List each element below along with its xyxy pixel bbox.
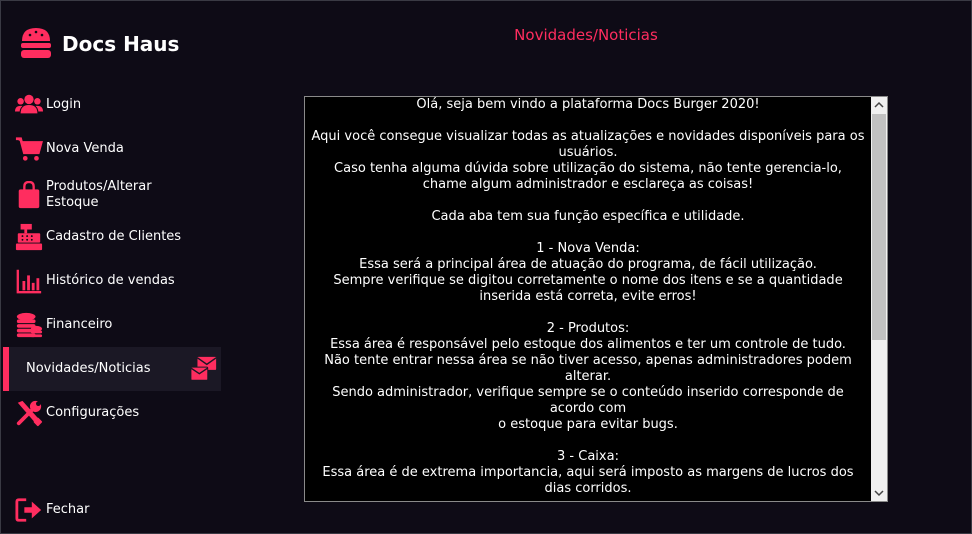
sidebar-item-novidades[interactable]: Novidades/Noticias (3, 347, 221, 391)
sidebar-item-label: Histórico de vendas (46, 273, 175, 288)
sidebar: Docs Haus Login Nova Venda Produtos/Alte… (0, 0, 225, 534)
app-name: Docs Haus (62, 32, 180, 56)
tools-icon (14, 398, 44, 428)
vertical-scrollbar[interactable] (871, 97, 887, 501)
chevron-up-icon (874, 101, 884, 108)
active-indicator (3, 347, 9, 391)
sidebar-item-label: Financeiro (46, 317, 113, 332)
page-title: Novidades/Noticias (514, 26, 658, 44)
sidebar-item-historico-vendas[interactable]: Histórico de vendas (0, 261, 221, 301)
sidebar-item-label: Nova Venda (46, 141, 124, 156)
news-textbox[interactable]: Olá, seja bem vindo a plataforma Docs Bu… (304, 96, 888, 502)
sign-out-icon (14, 495, 44, 525)
sidebar-item-label: Login (46, 97, 82, 112)
users-icon (14, 90, 44, 120)
news-content: Olá, seja bem vindo a plataforma Docs Bu… (311, 97, 865, 496)
close-button[interactable]: Fechar (0, 490, 221, 530)
sidebar-item-label: Novidades/Noticias (26, 361, 151, 376)
scroll-up-button[interactable] (871, 97, 887, 113)
app-logo: Docs Haus (16, 24, 179, 64)
cash-register-icon (14, 222, 44, 252)
burger-icon (21, 28, 51, 58)
sidebar-item-produtos[interactable]: Produtos/Alterar Estoque (0, 173, 221, 217)
mail-bulk-icon (189, 354, 219, 384)
scroll-down-button[interactable] (871, 485, 887, 501)
sidebar-item-financeiro[interactable]: Financeiro (0, 305, 221, 345)
sidebar-item-cadastro-clientes[interactable]: Cadastro de Clientes (0, 217, 221, 257)
close-label: Fechar (46, 502, 90, 517)
sidebar-item-label: Configurações (46, 405, 140, 420)
scroll-thumb[interactable] (872, 114, 886, 340)
cart-icon (14, 134, 44, 164)
bar-chart-icon (14, 266, 44, 296)
sidebar-item-login[interactable]: Login (0, 85, 221, 125)
sidebar-item-label: Produtos/Alterar Estoque (46, 179, 152, 210)
sidebar-item-configuracoes[interactable]: Configurações (0, 393, 221, 433)
coins-icon (14, 310, 44, 340)
sidebar-item-label: Cadastro de Clientes (46, 229, 182, 244)
sidebar-item-nova-venda[interactable]: Nova Venda (0, 129, 221, 169)
shopping-bag-icon (14, 180, 44, 210)
chevron-down-icon (874, 490, 884, 497)
